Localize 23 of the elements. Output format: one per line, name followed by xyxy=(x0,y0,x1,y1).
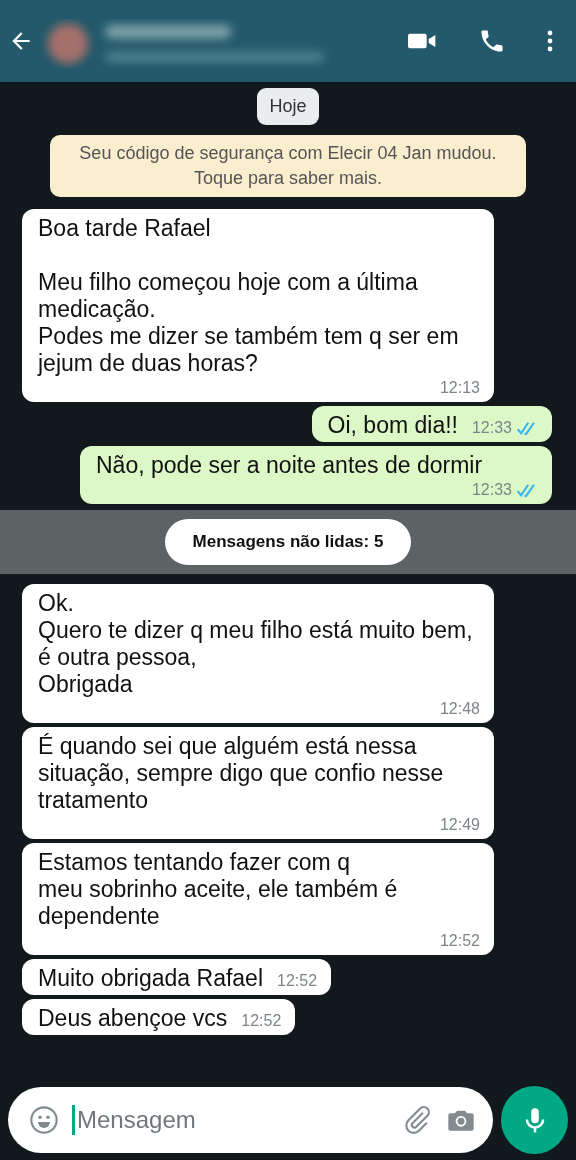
security-notice[interactable]: Seu código de segurança com Elecir 04 Jan mudou. Toque para saber mais. xyxy=(50,135,526,197)
message-text: Deus abençoe vcs xyxy=(38,1005,228,1032)
message-input-field[interactable]: Mensagem xyxy=(72,1105,389,1135)
message-text: Estamos tentando fazer com q meu sobrinho aceite, ele também é dependente xyxy=(38,849,399,930)
message-text: Ok. Quero te dizer q meu filho está muito bem, é outra pessoa, Obrigada xyxy=(38,590,474,698)
message-time: 12:52 xyxy=(439,931,480,951)
message-text: É quando sei que alguém está nessa situação, sempre digo que confio nesse tratamento xyxy=(38,733,445,814)
message-time: 12:33 xyxy=(471,418,512,438)
more-options-icon[interactable] xyxy=(546,29,554,53)
message-time: 12:52 xyxy=(277,971,318,991)
message-time: 12:13 xyxy=(439,378,480,398)
message-text: Oi, bom dia!! xyxy=(327,412,458,439)
message-input-field[interactable]: Mensagem xyxy=(8,1087,493,1153)
message-time: 12:48 xyxy=(439,699,480,719)
date-chip: Hoje xyxy=(257,88,319,125)
message-text: Muito obrigada Rafael xyxy=(38,965,264,992)
emoji-icon[interactable] xyxy=(28,1104,60,1136)
unread-messages-banner: Mensagens não lidas: 5 xyxy=(164,519,412,565)
message-time: 12:49 xyxy=(439,815,480,835)
message-time: 12:52 xyxy=(241,1011,282,1031)
message-text: Boa tarde Rafael Meu filho começou hoje com a última medicação. Podes me dizer se também tem q ser em jejum de duas horas? xyxy=(38,215,460,377)
message-text: Não, pode ser a noite antes de dormir xyxy=(96,452,483,479)
message-time: 12:33 xyxy=(471,480,512,500)
